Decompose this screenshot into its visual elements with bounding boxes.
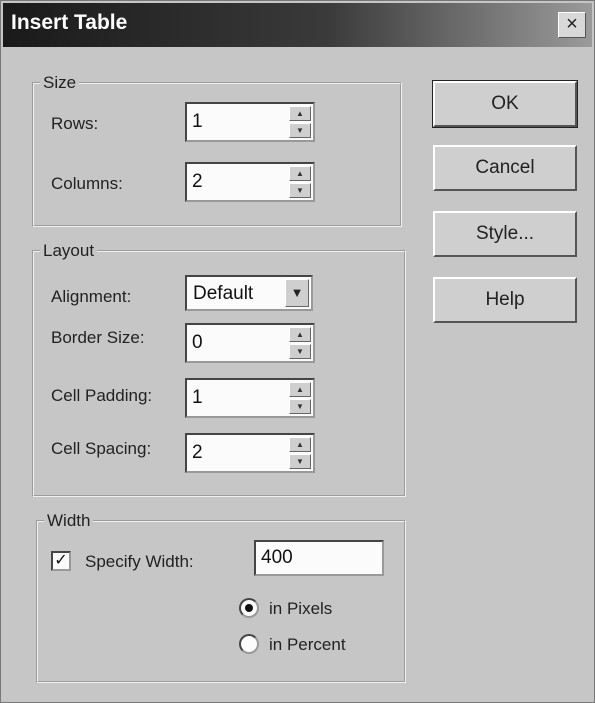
spin-up-icon[interactable]: ▲: [289, 166, 311, 181]
dialog-title: Insert Table: [11, 11, 128, 34]
spin-down-icon[interactable]: ▼: [289, 123, 311, 138]
ok-button[interactable]: OK: [432, 80, 578, 128]
help-button[interactable]: Help: [433, 277, 577, 323]
rows-stepper[interactable]: 1 ▲ ▼: [185, 102, 315, 142]
columns-label: Columns:: [51, 174, 123, 193]
spin-up-icon[interactable]: ▲: [289, 327, 311, 342]
spin-down-icon[interactable]: ▼: [289, 399, 311, 414]
rows-label: Rows:: [51, 114, 99, 133]
padding-spin-arrows[interactable]: ▲ ▼: [289, 382, 311, 414]
close-button[interactable]: ×: [558, 12, 586, 38]
alignment-value[interactable]: Default: [193, 283, 253, 305]
border-spin-arrows[interactable]: ▲ ▼: [289, 327, 311, 359]
cell-spacing-value[interactable]: 2: [192, 442, 203, 464]
border-size-label: Border Size:: [51, 328, 145, 347]
layout-legend: Layout: [43, 241, 95, 260]
spin-up-icon[interactable]: ▲: [289, 106, 311, 121]
alignment-label: Alignment:: [51, 287, 132, 306]
style-button[interactable]: Style...: [433, 211, 577, 257]
dropdown-arrow-icon[interactable]: ▼: [285, 279, 309, 307]
spin-up-icon[interactable]: ▲: [289, 382, 311, 397]
specify-width-label[interactable]: Specify Width:: [85, 552, 194, 572]
cell-spacing-stepper[interactable]: 2 ▲ ▼: [185, 433, 315, 473]
width-input[interactable]: 400: [254, 540, 384, 576]
width-group: Width: [36, 511, 406, 683]
title-bar[interactable]: Insert Table ×: [3, 3, 592, 47]
cell-padding-stepper[interactable]: 1 ▲ ▼: [185, 378, 315, 418]
spin-down-icon[interactable]: ▼: [289, 454, 311, 469]
in-percent-radio[interactable]: [239, 634, 259, 654]
cancel-button[interactable]: Cancel: [433, 145, 577, 191]
size-group: Size: [32, 73, 402, 227]
specify-width-checkbox[interactable]: ✓: [51, 551, 71, 571]
border-size-value[interactable]: 0: [192, 332, 203, 354]
cell-padding-label: Cell Padding:: [51, 386, 153, 405]
spin-up-icon[interactable]: ▲: [289, 437, 311, 452]
insert-table-dialog: Insert Table × Size Rows: 1 ▲ ▼ Columns:…: [0, 0, 595, 703]
width-value[interactable]: 400: [261, 547, 293, 569]
columns-spin-arrows[interactable]: ▲ ▼: [289, 166, 311, 198]
radio-selected-dot: [245, 604, 253, 612]
alignment-select[interactable]: Default ▼: [185, 275, 313, 311]
size-legend: Size: [43, 73, 77, 92]
spacing-spin-arrows[interactable]: ▲ ▼: [289, 437, 311, 469]
border-size-stepper[interactable]: 0 ▲ ▼: [185, 323, 315, 363]
columns-stepper[interactable]: 2 ▲ ▼: [185, 162, 315, 202]
width-legend: Width: [47, 511, 91, 530]
cell-spacing-label: Cell Spacing:: [51, 439, 152, 458]
close-icon: ×: [566, 13, 578, 35]
cell-padding-value[interactable]: 1: [192, 387, 203, 409]
rows-value[interactable]: 1: [192, 111, 203, 133]
rows-spin-arrows[interactable]: ▲ ▼: [289, 106, 311, 138]
in-percent-label[interactable]: in Percent: [269, 635, 346, 655]
spin-down-icon[interactable]: ▼: [289, 183, 311, 198]
in-pixels-radio[interactable]: [239, 598, 259, 618]
columns-value[interactable]: 2: [192, 171, 203, 193]
checkmark-icon: ✓: [54, 552, 68, 569]
in-pixels-label[interactable]: in Pixels: [269, 599, 332, 619]
spin-down-icon[interactable]: ▼: [289, 344, 311, 359]
